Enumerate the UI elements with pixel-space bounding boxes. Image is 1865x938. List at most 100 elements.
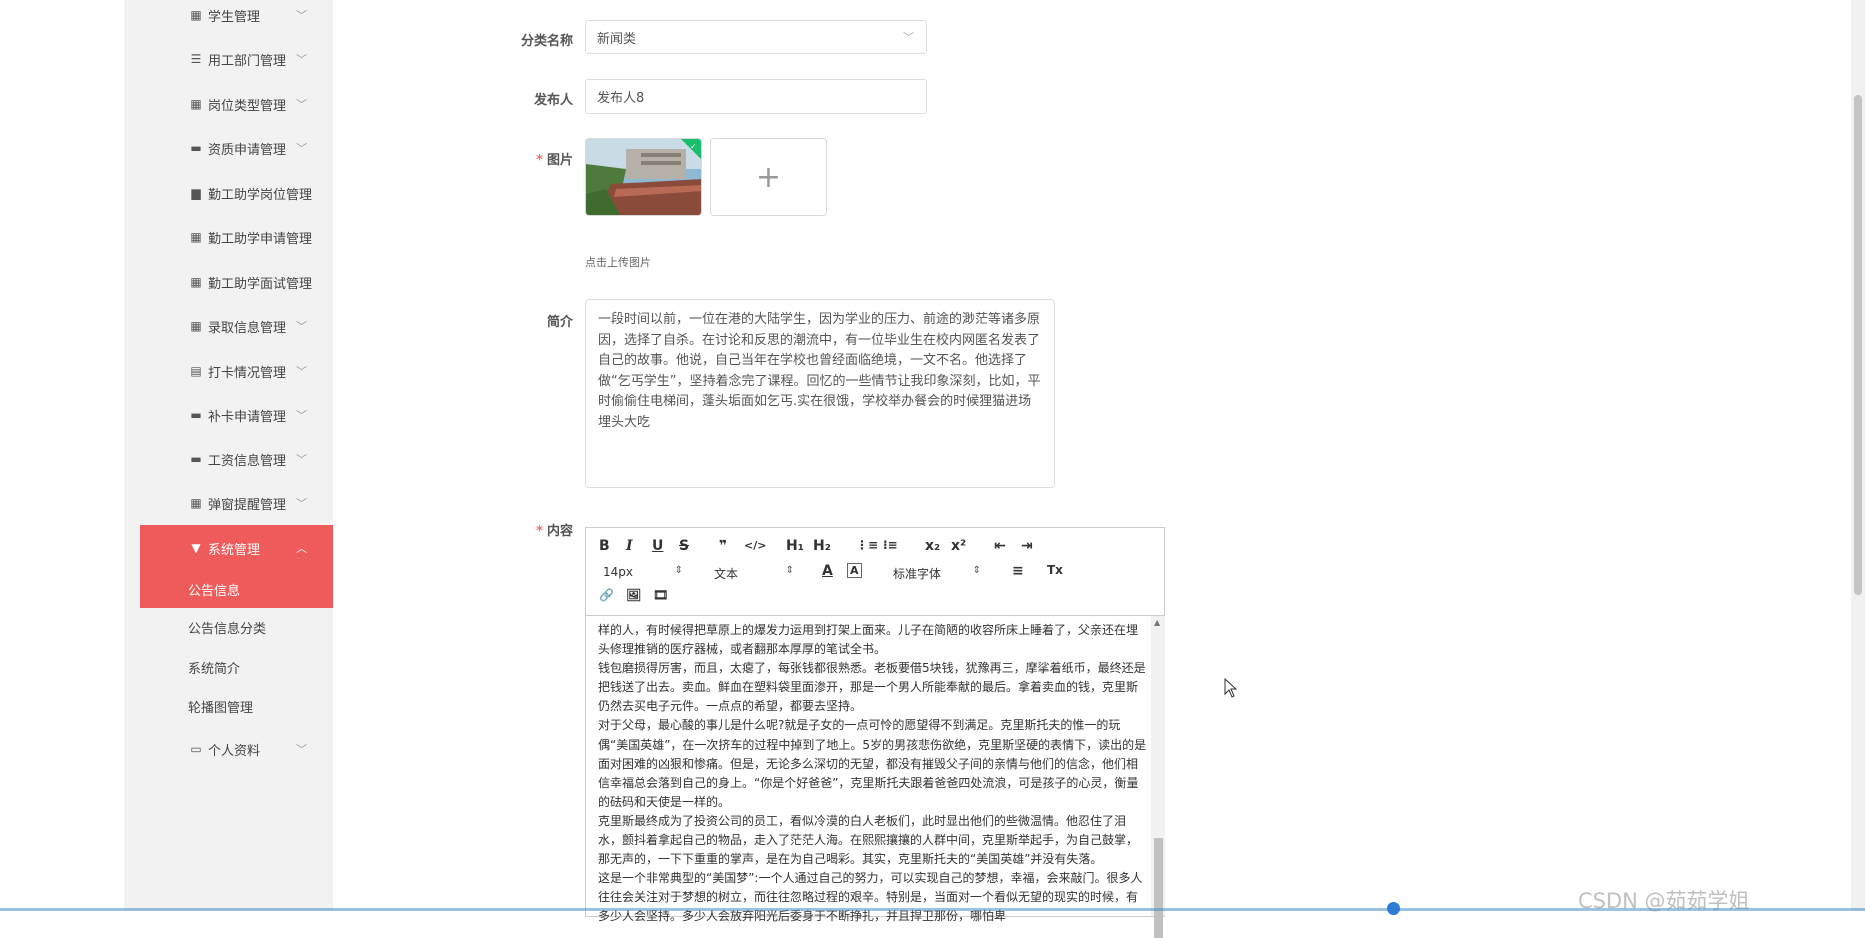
image-icon[interactable]: 🖼: [626, 588, 641, 602]
sidebar-item-position-types[interactable]: ▦ 岗位类型管理 ﹀: [140, 86, 333, 122]
editor-paragraph: 这是一个非常典型的“美国梦”:一个人通过自己的努力，可以实现自己的梦想，幸福，会…: [598, 871, 1143, 924]
chevron-down-icon: ﹀: [296, 365, 307, 378]
sidebar-item-label: 补卡申请管理: [208, 409, 287, 425]
chevron-down-icon: ﹀: [296, 9, 307, 22]
page-scrollbar[interactable]: [1851, 0, 1865, 911]
updown-icon: ⇕: [972, 565, 981, 576]
sidebar-subitem-carousel[interactable]: 轮播图管理: [140, 687, 333, 725]
uploaded-image-thumbnail[interactable]: ✓: [585, 138, 702, 216]
image-upload-button[interactable]: +: [710, 138, 827, 216]
indent-icon[interactable]: ⇥: [1021, 538, 1033, 554]
sidebar-item-label: 录取信息管理: [208, 320, 287, 336]
progress-handle[interactable]: [1387, 902, 1400, 915]
sidebar-item-admissions[interactable]: ▦ 录取信息管理 ﹀: [140, 308, 333, 344]
sidebar-subitem-announcements[interactable]: 公告信息: [140, 570, 333, 608]
sidebar-item-departments[interactable]: ☰ 用工部门管理 ﹀: [140, 41, 333, 77]
italic-button[interactable]: I: [626, 538, 633, 554]
outdent-icon[interactable]: ⇤: [994, 538, 1006, 554]
svg-text:✓: ✓: [690, 142, 697, 151]
editor-scrollbar-thumb[interactable]: [1154, 838, 1163, 938]
heading2-button[interactable]: H₂: [813, 538, 831, 554]
sidebar-item-label: 工资信息管理: [208, 453, 287, 469]
sidebar-item-label: 个人资料: [208, 743, 261, 759]
grid-icon: ▦: [190, 496, 202, 510]
sidebar-item-work-study-applications[interactable]: ▦ 勤工助学申请管理: [140, 219, 333, 255]
chevron-down-icon: ﹀: [296, 409, 307, 422]
sidebar-item-label: 用工部门管理: [208, 53, 287, 69]
left-gutter: [0, 0, 124, 911]
summary-label: 简介: [546, 315, 573, 330]
chevron-down-icon: ﹀: [903, 31, 914, 44]
align-icon[interactable]: ≡: [1012, 563, 1024, 579]
sidebar-item-profile[interactable]: ▭ 个人资料 ﹀: [140, 731, 333, 767]
sidebar-item-makeup-checkin[interactable]: ▬ 补卡申请管理 ﹀: [140, 397, 333, 433]
sidebar-item-qualification[interactable]: ▬ 资质申请管理 ﹀: [140, 130, 333, 166]
scroll-up-icon[interactable]: ▲: [1154, 618, 1160, 627]
clear-format-icon[interactable]: Tx: [1047, 563, 1063, 577]
category-select[interactable]: 新闻类 ﹀: [585, 20, 927, 54]
sidebar-item-label: 资质申请管理: [208, 142, 287, 158]
chevron-down-icon: ﹀: [296, 453, 307, 466]
ordered-list-icon[interactable]: ⋮≡: [856, 538, 878, 552]
text-format-value: 文本: [714, 567, 739, 581]
font-family-select[interactable]: 标准字体 ⇕: [893, 565, 981, 582]
chat-icon: ▆: [191, 186, 201, 200]
sidebar-item-system[interactable]: ▼ 系统管理 ︿: [140, 525, 333, 571]
rich-text-editor[interactable]: B I U S ❞ </> H₁ H₂ ⋮≡ ⁝≡ x₂ x² ⇤ ⇥ 14px…: [585, 527, 1165, 938]
subscript-button[interactable]: x₂: [925, 538, 940, 554]
sidebar-item-checkin[interactable]: ▤ 打卡情况管理 ﹀: [140, 353, 333, 389]
editor-toolbar: B I U S ❞ </> H₁ H₂ ⋮≡ ⁝≡ x₂ x² ⇤ ⇥ 14px…: [586, 528, 1164, 616]
heading1-button[interactable]: H₁: [786, 538, 804, 554]
font-color-icon[interactable]: A: [822, 563, 833, 579]
sidebar-item-label: 系统管理: [208, 542, 261, 558]
background-color-icon[interactable]: A: [847, 563, 862, 578]
video-icon[interactable]: 🎞: [653, 588, 668, 602]
message-icon: ▬: [190, 452, 202, 466]
underline-button[interactable]: U: [652, 538, 663, 554]
link-icon[interactable]: 🔗: [599, 588, 614, 602]
sidebar-subitem-announcement-categories[interactable]: 公告信息分类: [140, 608, 333, 646]
font-size-select[interactable]: 14px ⇕: [603, 565, 683, 579]
sidebar: ▦ 学生管理 ﹀ ☰ 用工部门管理 ﹀ ▦ 岗位类型管理 ﹀ ▬ 资质申请管理 …: [124, 0, 333, 911]
sidebar-item-salary[interactable]: ▬ 工资信息管理 ﹀: [140, 441, 333, 477]
grid-icon: ▦: [190, 275, 202, 289]
quote-icon[interactable]: ❞: [719, 538, 727, 554]
strikethrough-button[interactable]: S: [679, 538, 689, 554]
summary-textarea[interactable]: 一段时间以前，一位在港的大陆学生，因为学业的压力、前途的渺茫等诸多原因，选择了自…: [585, 299, 1055, 488]
page-scrollbar-thumb[interactable]: [1854, 95, 1862, 595]
clipboard-icon: ▤: [190, 364, 202, 378]
sidebar-item-students[interactable]: ▦ 学生管理 ﹀: [140, 0, 333, 33]
main-form: 分类名称 新闻类 ﹀ 发布人 发布人8 * 图片 ✓ + 点击上传图片 简介 一…: [333, 0, 1843, 938]
publisher-value: 发布人8: [597, 91, 645, 106]
sidebar-item-work-study-positions[interactable]: ▆ 勤工助学岗位管理: [140, 175, 333, 211]
chevron-down-icon: ﹀: [296, 497, 307, 510]
category-label: 分类名称: [520, 34, 573, 49]
editor-content[interactable]: 样的人，有时候得把草原上的爆发力运用到打架上面来。儿子在简陋的收容所床上睡着了，…: [598, 621, 1149, 927]
bullet-list-icon[interactable]: ⁝≡: [883, 538, 898, 552]
editor-paragraph: 对于父母，最心酸的事儿是什么呢?就是子女的一点可怜的愿望得不到满足。克里斯托夫的…: [598, 718, 1147, 809]
editor-scrollbar[interactable]: ▲: [1151, 616, 1165, 938]
cup-icon: ▼: [191, 541, 201, 555]
sliders-icon: ☰: [190, 52, 202, 66]
mouse-cursor-icon: [1224, 678, 1238, 698]
superscript-button[interactable]: x²: [951, 538, 966, 554]
chevron-down-icon: ﹀: [296, 53, 307, 66]
sidebar-item-work-study-interviews[interactable]: ▦ 勤工助学面试管理: [140, 264, 333, 300]
monitor-icon: ▬: [190, 408, 202, 422]
chevron-down-icon: ﹀: [296, 142, 307, 155]
font-size-value: 14px: [603, 565, 633, 579]
sidebar-subitem-system-intro[interactable]: 系统简介: [140, 648, 333, 686]
chevron-up-icon: ︿: [296, 542, 307, 555]
text-format-select[interactable]: 文本 ⇕: [714, 565, 794, 582]
grid-icon: ▦: [190, 319, 202, 333]
sidebar-item-label: 勤工助学面试管理: [208, 276, 313, 292]
category-value: 新闻类: [597, 31, 637, 47]
code-block-icon[interactable]: </>: [744, 539, 766, 552]
publisher-input[interactable]: 发布人8: [585, 79, 927, 114]
plus-icon: +: [755, 159, 782, 195]
chevron-down-icon: ﹀: [296, 743, 307, 756]
bold-button[interactable]: B: [599, 538, 610, 554]
chevron-down-icon: ﹀: [296, 98, 307, 111]
sidebar-item-popup-reminders[interactable]: ▦ 弹窗提醒管理 ﹀: [140, 485, 333, 521]
briefcase-icon: ▬: [190, 141, 202, 155]
